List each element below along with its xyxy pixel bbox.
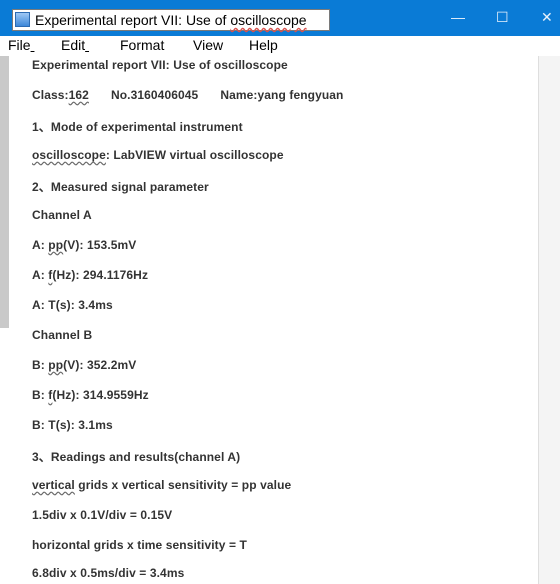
section-1-heading: 1、Mode of experimental instrument <box>32 120 243 134</box>
vertical-calculation: 1.5div x 0.1V/div = 0.15V <box>32 508 173 522</box>
report-heading: Experimental report VII: Use of oscillos… <box>32 58 288 72</box>
channel-a-period: A: T(s): 3.4ms <box>32 298 113 312</box>
channel-b-freq: B: f(Hz): 314.9559Hz <box>32 388 149 402</box>
instrument-line: oscilloscope: LabVIEW virtual oscillosco… <box>32 148 284 162</box>
class-line: Class:162 No.3160406045 Name:yang fengyuan <box>32 88 344 102</box>
channel-a-heading: Channel A <box>32 208 92 222</box>
text-editor-area[interactable]: Experimental report VII: Use of oscillos… <box>0 0 560 584</box>
vertical-formula: vertical grids x vertical sensitivity = … <box>32 478 292 492</box>
section-2-heading: 2、Measured signal parameter <box>32 180 209 194</box>
channel-b-period: B: T(s): 3.1ms <box>32 418 113 432</box>
section-3-heading: 3、Readings and results(channel A) <box>32 450 241 464</box>
channel-b-pp: B: pp(V): 352.2mV <box>32 358 137 372</box>
channel-a-freq: A: f(Hz): 294.1176Hz <box>32 268 149 282</box>
channel-a-pp: A: pp(V): 153.5mV <box>32 238 137 252</box>
horizontal-formula: horizontal grids x time sensitivity = T <box>32 538 247 552</box>
horizontal-calculation: 6.8div x 0.5ms/div = 3.4ms <box>32 566 185 580</box>
channel-b-heading: Channel B <box>32 328 93 342</box>
